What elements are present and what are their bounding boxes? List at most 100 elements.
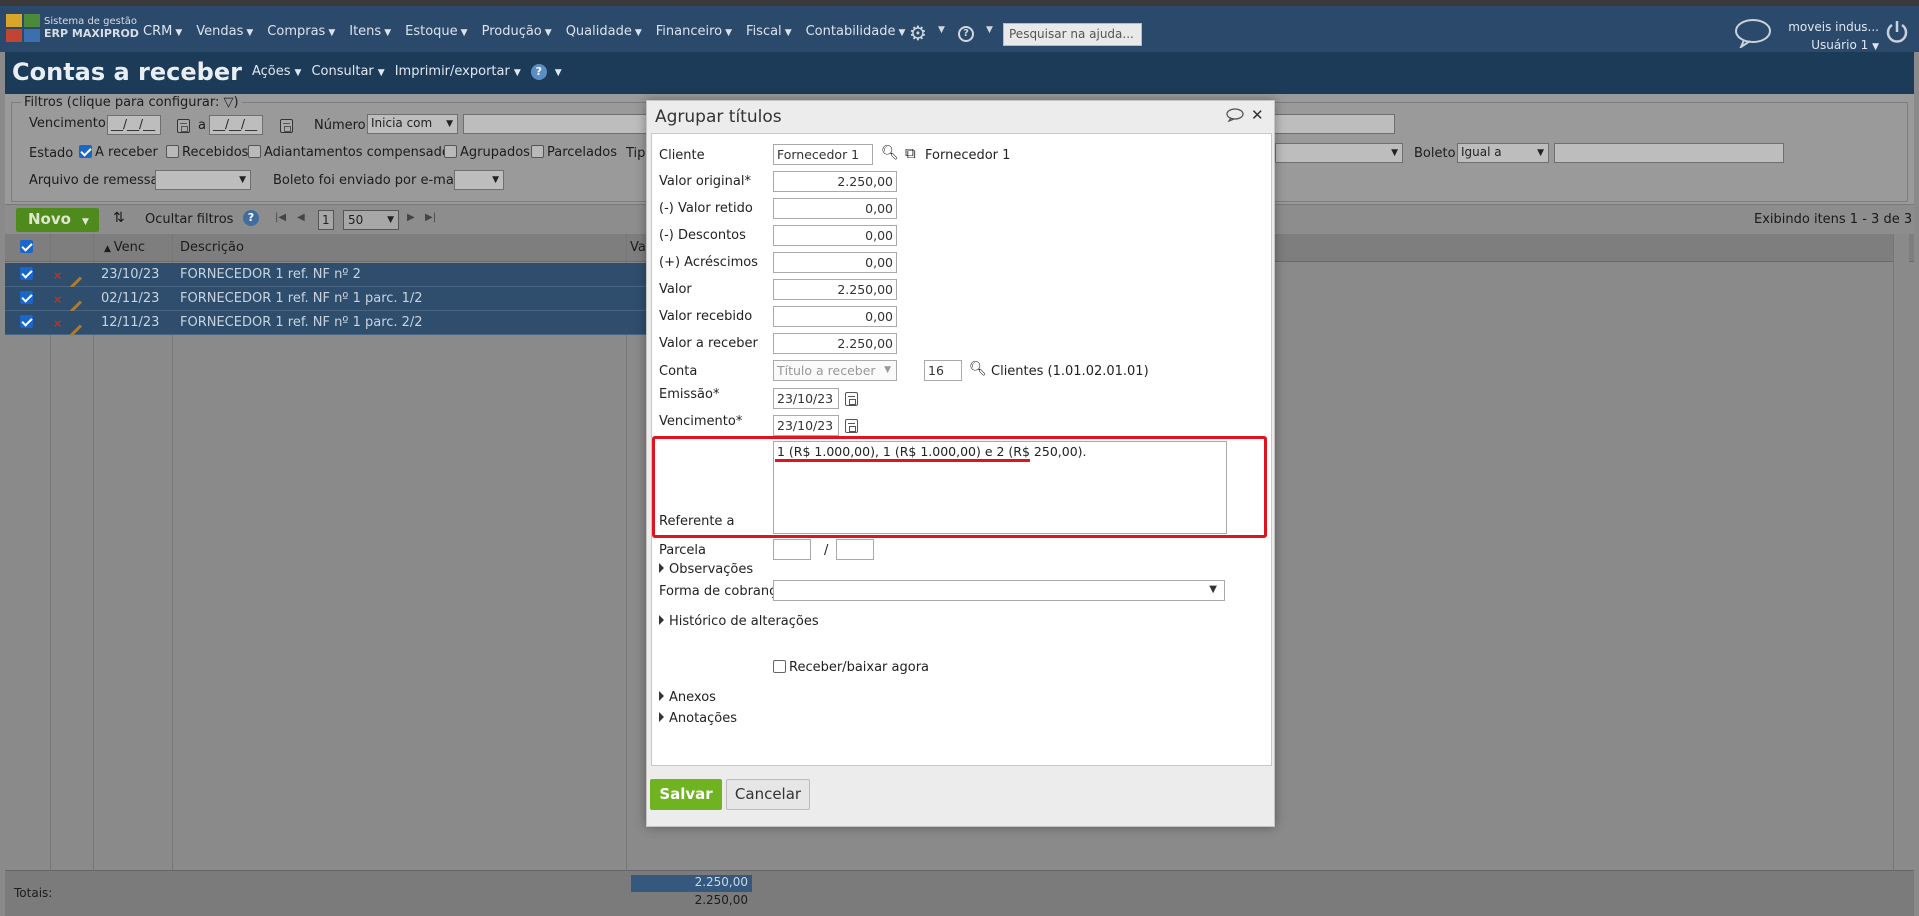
estado-recebidos-checkbox[interactable]: Recebidos	[166, 145, 248, 160]
menu-imprimir-exportar[interactable]: Imprimir/exportar ▼	[395, 64, 521, 80]
search-icon[interactable]: 🔍︎	[881, 145, 899, 161]
edit-pencil-icon[interactable]	[69, 273, 83, 289]
acrescimos-input[interactable]: 0,00	[773, 252, 897, 273]
historico-toggle[interactable]: Histórico de alterações	[659, 614, 819, 629]
menu-contabilidade[interactable]: Contabilidade ▼	[806, 24, 906, 39]
page-number-input[interactable]: 1	[318, 210, 334, 230]
novo-button[interactable]: Novo ▼	[16, 208, 99, 232]
power-icon[interactable]	[1885, 20, 1909, 44]
page-help-button[interactable]: ? ▼	[530, 64, 562, 80]
filters-legend[interactable]: Filtros (clique para configurar: ▽)	[21, 95, 242, 110]
edit-pencil-icon[interactable]	[69, 297, 83, 313]
valor-retido-input[interactable]: 0,00	[773, 198, 897, 219]
calendar-icon[interactable]	[280, 119, 293, 133]
menu-qualidade[interactable]: Qualidade ▼	[566, 24, 642, 39]
valor-a-receber-input[interactable]: 2.250,00	[773, 333, 897, 354]
ocultar-filtros-button[interactable]: Ocultar filtros	[145, 212, 233, 227]
table-row[interactable]: × 12/11/23 FORNECEDOR 1 ref. NF nº 1 par…	[5, 311, 647, 337]
cliente-input[interactable]: Fornecedor 1	[773, 144, 873, 165]
boleto-operator-select[interactable]: Igual a ▼	[1457, 143, 1549, 163]
comment-icon[interactable]	[1226, 108, 1244, 122]
column-descricao[interactable]: Descrição	[180, 240, 244, 255]
cancelar-button[interactable]: Cancelar	[726, 779, 810, 810]
conta-code-input[interactable]: 16	[924, 360, 962, 381]
tipo-select[interactable]: ▼	[1275, 143, 1403, 163]
calendar-icon[interactable]	[177, 119, 190, 133]
checkbox-checked[interactable]	[20, 240, 33, 253]
descontos-input[interactable]: 0,00	[773, 225, 897, 246]
gear-dropdown-icon[interactable]: ▼	[938, 25, 945, 35]
calendar-icon[interactable]	[845, 392, 858, 406]
estado-adiantamentos-checkbox[interactable]: Adiantamentos compensados	[248, 145, 457, 160]
menu-vendas[interactable]: Vendas ▼	[196, 24, 253, 39]
help-icon[interactable]: ?	[958, 26, 974, 42]
vencimento-to-input[interactable]: __/__/__	[209, 115, 263, 135]
menu-crm[interactable]: CRM ▼	[143, 24, 182, 39]
boleto-email-select[interactable]: ▼	[454, 170, 504, 190]
estado-parcelados-checkbox[interactable]: Parcelados	[531, 145, 617, 160]
grid-scrollbar[interactable]	[1893, 234, 1909, 870]
user-info[interactable]: moveis indus... Usuário 1 ▼	[1784, 18, 1879, 56]
valor-recebido-input[interactable]: 0,00	[773, 306, 897, 327]
row-checkbox[interactable]	[20, 267, 36, 282]
valor-input[interactable]: 2.250,00	[773, 279, 897, 300]
filter-icon[interactable]: ▽	[223, 95, 233, 110]
last-page-icon[interactable]: ▶|	[425, 212, 436, 223]
parcela-number-input[interactable]	[773, 539, 811, 560]
anexos-toggle[interactable]: Anexos	[659, 690, 716, 705]
vencimento-from-input[interactable]: __/__/__	[107, 115, 161, 135]
refresh-icon[interactable]: ⇅	[113, 210, 125, 226]
checkbox-checked[interactable]	[20, 267, 33, 280]
numero-input[interactable]	[463, 114, 653, 134]
menu-acoes[interactable]: Ações ▼	[252, 64, 301, 80]
observacoes-toggle[interactable]: Observações	[659, 562, 753, 577]
table-row[interactable]: × 02/11/23 FORNECEDOR 1 ref. NF nº 1 par…	[5, 287, 647, 313]
boleto-input[interactable]	[1554, 143, 1784, 163]
grid-help-button[interactable]: ?	[243, 210, 259, 226]
menu-financeiro[interactable]: Financeiro ▼	[656, 24, 732, 39]
search-icon[interactable]: 🔍︎	[969, 361, 987, 377]
receber-agora-checkbox[interactable]: Receber/baixar agora	[773, 660, 929, 675]
delete-icon[interactable]: ×	[53, 292, 62, 307]
checkbox-checked[interactable]	[20, 291, 33, 304]
estado-agrupados-checkbox[interactable]: Agrupados	[444, 145, 530, 160]
cliente-link[interactable]: Fornecedor 1	[925, 148, 1010, 163]
first-page-icon[interactable]: |◀	[275, 212, 286, 223]
prev-page-icon[interactable]: ◀	[297, 212, 305, 223]
gear-icon[interactable]: ⚙	[909, 21, 927, 45]
calendar-icon[interactable]	[845, 419, 858, 433]
menu-fiscal[interactable]: Fiscal ▼	[746, 24, 792, 39]
checkbox-unchecked[interactable]	[444, 145, 457, 158]
page-size-select[interactable]: 50 ▼	[343, 210, 399, 230]
edit-pencil-icon[interactable]	[69, 321, 83, 337]
menu-producao[interactable]: Produção ▼	[482, 24, 552, 39]
anotacoes-toggle[interactable]: Anotações	[659, 711, 737, 726]
help-dropdown-icon[interactable]: ▼	[986, 25, 993, 35]
erp-logo[interactable]	[6, 14, 42, 44]
menu-compras[interactable]: Compras ▼	[267, 24, 335, 39]
select-all-checkbox[interactable]	[20, 240, 36, 255]
numero-operator-select[interactable]: Inicia com ▼	[367, 114, 458, 134]
salvar-button[interactable]: Salvar	[650, 779, 722, 810]
help-search-input[interactable]: Pesquisar na ajuda...	[1003, 23, 1142, 46]
next-page-icon[interactable]: ▶	[407, 212, 415, 223]
estado-a-receber-checkbox[interactable]: A receber	[79, 145, 158, 160]
checkbox-unchecked[interactable]	[248, 145, 261, 158]
vencimento-input[interactable]: 23/10/23	[773, 415, 839, 436]
delete-icon[interactable]: ×	[53, 316, 62, 331]
valor-original-input[interactable]: 2.250,00	[773, 171, 897, 192]
chat-icon[interactable]	[1734, 18, 1772, 48]
emissao-input[interactable]: 23/10/23	[773, 388, 839, 409]
checkbox-checked[interactable]	[20, 315, 33, 328]
arquivo-remessa-select[interactable]: ▼	[155, 170, 251, 190]
column-valor[interactable]: Va	[630, 240, 646, 255]
external-link-icon[interactable]: ⧉	[905, 144, 916, 162]
checkbox-checked[interactable]	[79, 145, 92, 158]
conta-type-select[interactable]: Título a receber ▼	[773, 360, 897, 381]
forma-cobranca-select[interactable]: ▼	[773, 580, 1225, 601]
menu-consultar[interactable]: Consultar ▼	[311, 64, 384, 80]
parcela-total-input[interactable]	[836, 539, 874, 560]
checkbox-unchecked[interactable]	[531, 145, 544, 158]
table-row[interactable]: × 23/10/23 FORNECEDOR 1 ref. NF nº 2	[5, 263, 647, 289]
column-venc[interactable]: ▲ Venc	[104, 240, 145, 255]
